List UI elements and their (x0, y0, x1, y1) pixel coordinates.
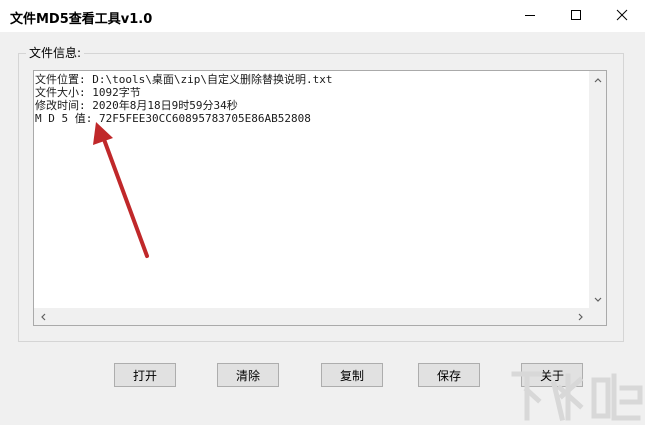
minimize-button[interactable] (507, 0, 553, 30)
chevron-left-icon (40, 313, 45, 320)
horizontal-scrollbar[interactable] (34, 308, 589, 325)
chevron-down-icon (594, 297, 601, 302)
file-size-line: 文件大小: 1092字节 (35, 86, 141, 99)
window-title: 文件MD5查看工具v1.0 (10, 12, 153, 27)
title-bar[interactable]: 文件MD5查看工具v1.0 (0, 0, 645, 32)
scroll-left-button[interactable] (34, 308, 51, 325)
save-button[interactable]: 保存 (418, 363, 480, 387)
clear-button[interactable]: 清除 (217, 363, 279, 387)
close-icon (616, 9, 628, 21)
maximize-button[interactable] (553, 0, 599, 30)
scroll-up-button[interactable] (589, 71, 606, 88)
maximize-icon (571, 10, 581, 20)
scroll-down-button[interactable] (589, 291, 606, 308)
chevron-up-icon (594, 77, 601, 82)
file-info-textarea[interactable]: 文件位置: D:\tools\桌面\zip\自定义删除替换说明.txt 文件大小… (33, 70, 607, 326)
minimize-icon (525, 15, 535, 16)
vertical-scrollbar[interactable] (589, 71, 606, 308)
chevron-right-icon (578, 313, 583, 320)
file-info-lines: 文件位置: D:\tools\桌面\zip\自定义删除替换说明.txt 文件大小… (35, 73, 590, 125)
close-button[interactable] (599, 0, 645, 30)
file-location-line: 文件位置: D:\tools\桌面\zip\自定义删除替换说明.txt (35, 73, 333, 86)
scrollbar-corner (589, 308, 606, 325)
modified-time-line: 修改时间: 2020年8月18日9时59分34秒 (35, 99, 238, 112)
file-info-group-label: 文件信息: (26, 44, 85, 61)
about-button[interactable]: 关于 (521, 363, 583, 387)
md5-value-line: M D 5 值: 72F5FEE30CC60895783705E86AB5280… (35, 112, 311, 125)
app-window: 文件MD5查看工具v1.0 文件信息: 文件位置: D:\tools\桌面\zi… (0, 0, 645, 425)
copy-button[interactable]: 复制 (321, 363, 383, 387)
scroll-right-button[interactable] (572, 308, 589, 325)
open-button[interactable]: 打开 (114, 363, 176, 387)
